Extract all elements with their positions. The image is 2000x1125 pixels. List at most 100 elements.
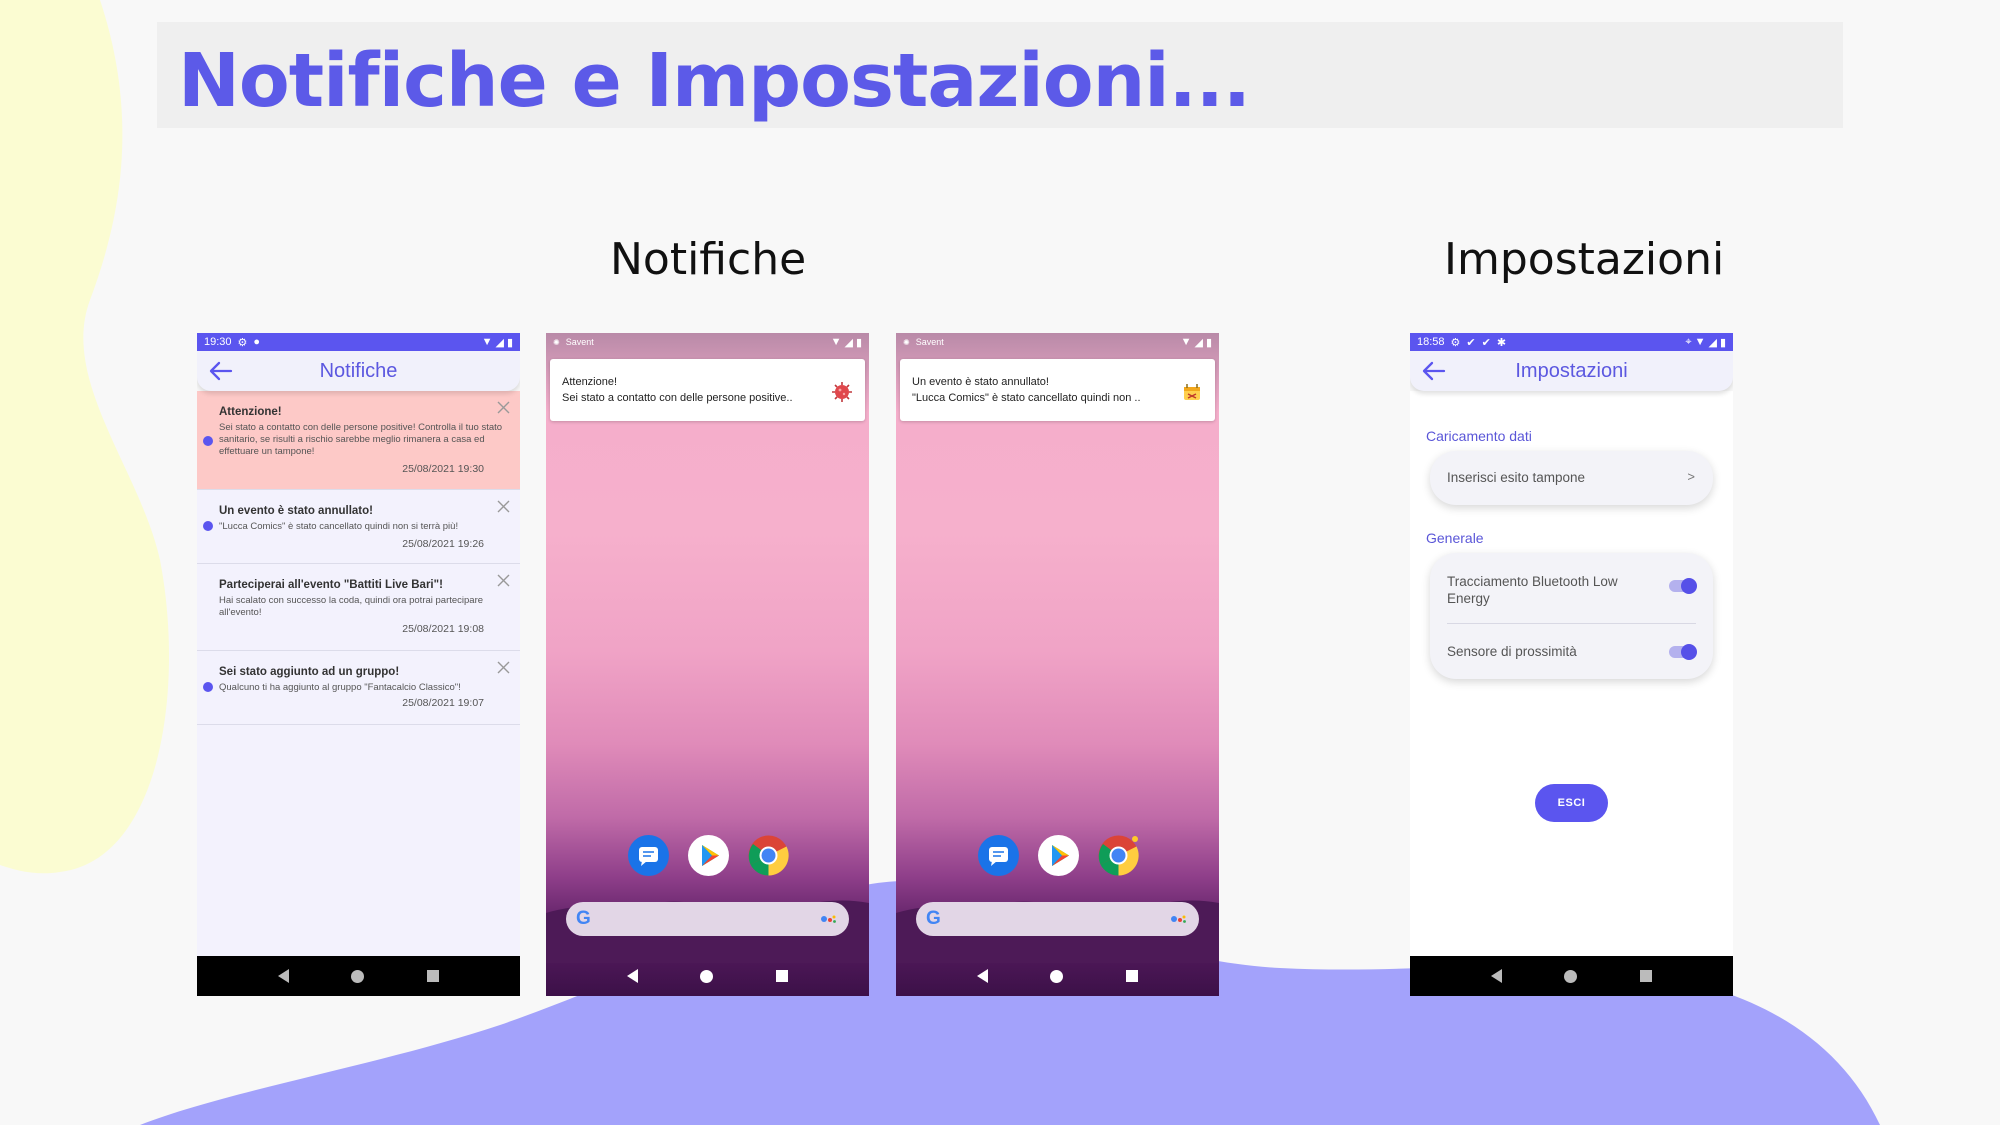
battery-icon: ▮ — [1205, 336, 1212, 349]
app-dock — [978, 835, 1139, 876]
app-status-icon: ● — [253, 336, 261, 348]
heads-up-body: "Lucca Comics" è stato cancellato quindi… — [912, 392, 1141, 404]
notification-item[interactable]: Un evento è stato annullato! "Lucca Comi… — [197, 490, 520, 564]
nav-home-icon[interactable] — [700, 969, 714, 983]
signal-icon: ◢ — [1708, 336, 1717, 349]
toggle-knob — [1681, 644, 1697, 660]
signal-icon: ◢ — [1194, 336, 1203, 349]
notification-list: Attenzione! Sei stato a contatto con del… — [197, 391, 520, 956]
play-store-icon[interactable] — [1038, 835, 1079, 876]
gear-icon: ⚙ — [1450, 336, 1461, 349]
back-arrow-icon[interactable] — [1422, 360, 1446, 382]
back-arrow-icon[interactable] — [209, 360, 233, 382]
ble-toggle[interactable] — [1669, 578, 1697, 594]
event-cancelled-icon — [1184, 384, 1200, 400]
phone-home-heads-up-2: ✺ Savent ▼ ◢ ▮ Un evento è stato annulla… — [896, 333, 1219, 996]
wifi-icon: ▼ — [481, 336, 493, 348]
heads-up-notification[interactable]: Attenzione! Sei stato a contatto con del… — [550, 359, 865, 421]
logout-button[interactable]: ESCI — [1535, 784, 1608, 822]
messages-icon[interactable] — [978, 835, 1019, 876]
nav-recents-icon[interactable] — [426, 970, 439, 982]
signal-icon: ◢ — [495, 336, 504, 349]
toggle-knob — [1681, 578, 1697, 594]
unread-dot — [203, 521, 213, 531]
close-icon[interactable] — [497, 574, 510, 587]
google-search-bar[interactable]: G — [566, 902, 849, 936]
chrome-icon[interactable] — [748, 835, 789, 876]
navigation-bar — [896, 956, 1219, 996]
battery-icon: ▮ — [1719, 336, 1726, 349]
notification-body: Sei stato a contatto con delle persone p… — [219, 422, 503, 457]
play-store-icon[interactable] — [688, 835, 729, 876]
app-bar: Notifiche — [197, 351, 520, 391]
close-icon[interactable] — [497, 500, 510, 513]
assistant-icon[interactable] — [821, 914, 837, 924]
chrome-icon[interactable] — [1098, 835, 1139, 876]
notification-item[interactable]: Parteciperai all'evento "Battiti Live Ba… — [197, 564, 520, 651]
gear-icon: ⚙ — [237, 336, 248, 349]
notification-body: Qualcuno ti ha aggiunto al gruppo "Fanta… — [219, 682, 461, 693]
app-bar: Impostazioni — [1410, 351, 1733, 391]
messages-icon[interactable] — [628, 835, 669, 876]
nav-home-icon[interactable] — [1050, 969, 1064, 983]
check-icon: ✔ — [1481, 336, 1491, 349]
phone-settings: 18:58 ⚙ ✔ ✔ ✱ ⌖ ▼ ◢ ▮ Caricamento dati I… — [1410, 333, 1733, 996]
heads-up-notification[interactable]: Un evento è stato annullato! "Lucca Comi… — [900, 359, 1215, 421]
notification-title: Sei stato aggiunto ad un gruppo! — [219, 666, 400, 678]
nav-back-icon[interactable] — [627, 969, 639, 983]
notification-title: Un evento è stato annullato! — [219, 505, 373, 517]
notification-time: 25/08/2021 19:08 — [402, 623, 484, 635]
nav-back-icon[interactable] — [1491, 969, 1503, 983]
assistant-icon[interactable] — [1171, 914, 1187, 924]
location-icon: ⌖ — [1685, 335, 1692, 348]
google-search-bar[interactable]: G — [916, 902, 1199, 936]
chevron-right-icon: > — [1687, 469, 1695, 484]
nav-recents-icon[interactable] — [1639, 970, 1652, 982]
page-title: Notifiche e Impostazioni... — [178, 38, 1251, 124]
navigation-bar — [1410, 956, 1733, 996]
divider — [1447, 623, 1696, 624]
notification-time: 25/08/2021 19:07 — [402, 697, 484, 709]
check-icon: ✔ — [1466, 336, 1476, 349]
close-icon[interactable] — [497, 401, 510, 414]
battery-icon: ▮ — [506, 336, 513, 349]
notification-item[interactable]: Sei stato aggiunto ad un gruppo! Qualcun… — [197, 651, 520, 725]
navigation-bar — [546, 956, 869, 996]
nav-home-icon[interactable] — [1564, 969, 1578, 983]
close-icon[interactable] — [497, 661, 510, 674]
notification-time: 25/08/2021 19:30 — [402, 463, 484, 475]
unread-dot — [203, 682, 213, 692]
phone-notifications: 19:30 ⚙ ● ▼ ◢ ▮ Attenzione! Sei stato a … — [197, 333, 520, 996]
wifi-icon: ▼ — [830, 336, 842, 348]
notification-body: Hai scalato con successo la coda, quindi… — [219, 595, 484, 618]
status-time: 18:58 — [1417, 336, 1445, 348]
phone-home-heads-up-1: ✺ Savent ▼ ◢ ▮ Attenzione! Sei stato a c… — [546, 333, 869, 996]
notification-item[interactable]: Attenzione! Sei stato a contatto con del… — [197, 391, 520, 490]
insert-test-result-row[interactable]: Inserisci esito tampone > — [1430, 451, 1713, 505]
app-status-icon: ✺ — [553, 337, 560, 347]
google-logo: G — [576, 908, 591, 929]
nav-recents-icon[interactable] — [1125, 970, 1138, 982]
status-bar: 19:30 ⚙ ● ▼ ◢ ▮ — [197, 333, 520, 351]
app-status-icon: ✺ — [903, 337, 910, 347]
general-settings-card: Tracciamento Bluetooth Low Energy Sensor… — [1430, 553, 1713, 679]
status-bar: ✺ Savent ▼ ◢ ▮ — [546, 333, 869, 351]
unread-dot — [203, 436, 213, 446]
proximity-toggle[interactable] — [1669, 644, 1697, 660]
status-app-name: Savent — [915, 337, 944, 347]
app-bar-title: Impostazioni — [1515, 359, 1628, 382]
signal-icon: ◢ — [844, 336, 853, 349]
nav-back-icon[interactable] — [977, 969, 989, 983]
status-time: 19:30 — [204, 336, 232, 348]
nav-home-icon[interactable] — [351, 969, 365, 983]
virus-icon — [832, 382, 852, 402]
notification-body: "Lucca Comics" è stato cancellato quindi… — [219, 521, 459, 532]
toggle-label-proximity: Sensore di prossimità — [1447, 644, 1577, 659]
section-header-general: Generale — [1426, 530, 1484, 546]
status-bar: ✺ Savent ▼ ◢ ▮ — [896, 333, 1219, 351]
wifi-icon: ▼ — [1180, 336, 1192, 348]
nav-recents-icon[interactable] — [775, 970, 788, 982]
battery-icon: ▮ — [855, 336, 862, 349]
nav-back-icon[interactable] — [278, 969, 290, 983]
navigation-bar — [197, 956, 520, 996]
